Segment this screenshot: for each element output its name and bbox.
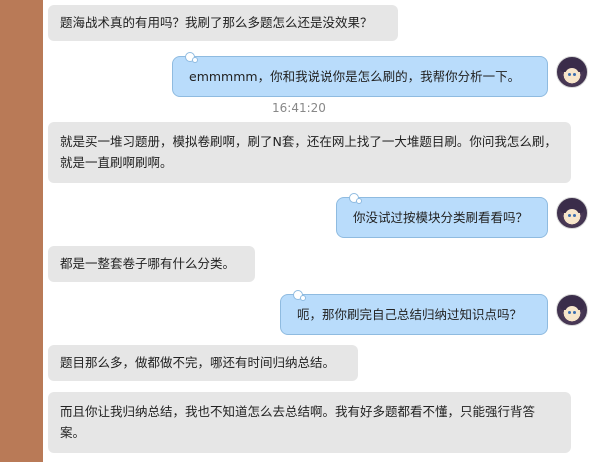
bubble-tail-icon (293, 290, 306, 301)
message-timestamp: 16:41:20 (272, 101, 326, 115)
message-outgoing: 你没试过按模块分类刷看看吗？ (336, 193, 548, 238)
message-text: 就是买一堆习题册，模拟卷刷啊，刷了N套，还在网上找了一大堆题目刷。你问我怎么刷，… (60, 134, 557, 170)
message-text: 你没试过按模块分类刷看看吗？ (353, 210, 529, 225)
message-text: 题海战术真的有用吗？我刷了那么多题怎么还是没效果？ (60, 15, 373, 30)
message-incoming: 就是买一堆习题册，模拟卷刷啊，刷了N套，还在网上找了一大堆题目刷。你问我怎么刷，… (48, 122, 571, 183)
bubble-tail-icon (349, 193, 362, 204)
message-text: emmmmm，你和我说说你是怎么刷的，我帮你分析一下。 (189, 69, 521, 84)
message-text: 而且你让我归纳总结，我也不知道怎么去总结啊。我有好多题都看不懂，只能强行背答案。 (60, 404, 536, 440)
avatar[interactable] (556, 56, 588, 88)
message-text: 都是一整套卷子哪有什么分类。 (60, 256, 236, 271)
avatar[interactable] (556, 197, 588, 229)
message-outgoing: 呃，那你刷完自己总结归纳过知识点吗？ (280, 290, 548, 335)
message-outgoing: emmmmm，你和我说说你是怎么刷的，我帮你分析一下。 (172, 52, 548, 97)
message-incoming: 而且你让我归纳总结，我也不知道怎么去总结啊。我有好多题都看不懂，只能强行背答案。 (48, 392, 571, 453)
avatar[interactable] (556, 294, 588, 326)
message-incoming: 题海战术真的有用吗？我刷了那么多题怎么还是没效果？ (48, 5, 398, 41)
message-text: 题目那么多，做都做不完，哪还有时间归纳总结。 (60, 355, 336, 370)
avatar-strip (0, 0, 43, 462)
message-incoming: 题目那么多，做都做不完，哪还有时间归纳总结。 (48, 345, 358, 381)
message-text: 呃，那你刷完自己总结归纳过知识点吗？ (297, 307, 523, 322)
bubble-tail-icon (185, 52, 198, 63)
message-incoming: 都是一整套卷子哪有什么分类。 (48, 246, 255, 282)
